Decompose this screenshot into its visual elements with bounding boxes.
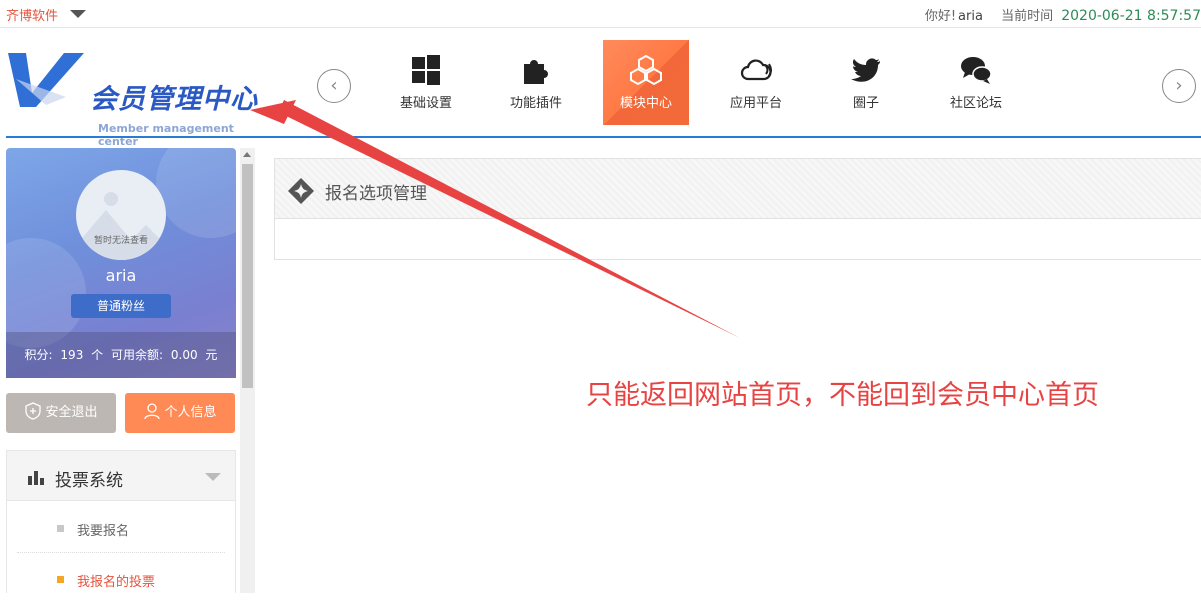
time-label: 当前时间 <box>1001 9 1054 24</box>
balance-label: 可用余额: <box>111 348 164 362</box>
bullet-icon <box>57 576 64 583</box>
logout-label: 安全退出 <box>45 405 98 420</box>
nav-next-button[interactable]: › <box>1162 69 1196 103</box>
header: 会员管理中心 Member management center ‹ 基础设置 功… <box>0 29 1201 148</box>
sparkle-icon <box>288 178 314 204</box>
sidebar-item-label: 我要报名 <box>77 524 130 539</box>
sidebar-item-label: 我报名的投票 <box>77 575 156 590</box>
panel-title: 报名选项管理 <box>325 184 427 204</box>
top-bar-user-info: 你好! aria 当前时间 2020-06-21 8:57:57 <box>925 5 1201 24</box>
profile-info-label: 个人信息 <box>164 405 217 420</box>
profile-info-button[interactable]: 个人信息 <box>125 393 235 433</box>
balance-value: 0.00 <box>170 348 198 362</box>
nav-item-label: 社区论坛 <box>949 96 1002 111</box>
logo-subtitle: Member management center <box>98 122 234 148</box>
balance-unit: 元 <box>205 348 218 362</box>
nav-item-label: 功能插件 <box>509 96 562 111</box>
logo-v-icon <box>8 53 86 107</box>
header-divider <box>6 136 1201 138</box>
nav-prev-button[interactable]: ‹ <box>317 69 351 103</box>
brand-link[interactable]: 齐博软件 <box>6 5 58 24</box>
scroll-thumb[interactable] <box>242 164 253 388</box>
nav-item-app-platform[interactable]: 应用平台 <box>713 40 799 125</box>
nav-item-module-center[interactable]: 模块中心 <box>603 40 689 125</box>
twitter-bird-icon <box>851 58 880 82</box>
logo-title: 会员管理中心 <box>90 84 258 115</box>
points-label: 积分: <box>24 348 53 362</box>
sidebar-scrollbar[interactable] <box>240 148 255 593</box>
menu-section-voting[interactable]: 投票系统 <box>7 451 235 501</box>
greeting-text: 你好! <box>924 9 957 24</box>
content-panel: 报名选项管理 <box>274 158 1201 260</box>
chevron-right-icon: › <box>1175 75 1183 96</box>
menu-section-title: 投票系统 <box>55 471 123 491</box>
windows-icon <box>412 55 440 85</box>
sidebar-item-my-signups[interactable]: 我报名的投票 <box>17 554 225 604</box>
profile-stats: 积分: 193 个 可用余额: 0.00 元 <box>6 332 236 378</box>
sidebar-menu: 投票系统 我要报名 我报名的投票 <box>6 450 236 593</box>
shield-icon <box>25 402 42 420</box>
nav-item-forum[interactable]: 社区论坛 <box>933 40 1019 125</box>
profile-card: 暂时无法查看 aria 普通粉丝 积分: 193 个 可用余额: 0.00 元 <box>6 148 236 378</box>
annotation-text: 只能返回网站首页，不能回到会员中心首页 <box>586 380 1099 411</box>
chevron-down-icon <box>205 473 221 481</box>
chat-bubbles-icon <box>961 57 992 84</box>
chevron-down-icon[interactable] <box>70 10 86 18</box>
logo[interactable]: 会员管理中心 Member management center <box>6 49 276 148</box>
nav-item-circle[interactable]: 圈子 <box>823 40 909 125</box>
decor-glow <box>156 148 236 238</box>
puzzle-icon <box>524 60 548 84</box>
sidebar-item-signup[interactable]: 我要报名 <box>17 503 225 553</box>
panel-header: 报名选项管理 <box>275 159 1201 219</box>
cubes-icon <box>630 54 662 86</box>
nav-item-label: 模块中心 <box>619 96 672 111</box>
nav-item-label: 基础设置 <box>399 96 452 111</box>
nav-item-plugins[interactable]: 功能插件 <box>493 40 579 125</box>
nav-item-label: 圈子 <box>852 96 879 111</box>
chevron-left-icon: ‹ <box>330 75 338 96</box>
scroll-up-icon[interactable] <box>243 152 251 157</box>
nav-item-label: 应用平台 <box>729 96 782 111</box>
image-placeholder-icon <box>76 210 166 260</box>
logout-button[interactable]: 安全退出 <box>6 393 116 433</box>
bar-chart-icon <box>28 471 44 485</box>
points-value: 193 <box>60 348 84 362</box>
avatar-placeholder-text: 暂时无法查看 <box>93 236 148 246</box>
avatar[interactable]: 暂时无法查看 <box>76 170 166 260</box>
points-unit: 个 <box>91 348 104 362</box>
bullet-icon <box>57 525 64 532</box>
profile-username: aria <box>105 266 137 285</box>
top-username[interactable]: aria <box>958 9 983 24</box>
cloud-icon <box>740 59 772 81</box>
top-bar: 齐博软件 你好! aria 当前时间 2020-06-21 8:57:57 <box>0 0 1201 28</box>
member-level-badge: 普通粉丝 <box>71 294 171 318</box>
sidebar: 暂时无法查看 aria 普通粉丝 积分: 193 个 可用余额: 0.00 元 … <box>6 148 236 593</box>
current-time: 2020-06-21 8:57:57 <box>1061 8 1201 24</box>
user-icon <box>144 403 161 420</box>
nav-item-basic-settings[interactable]: 基础设置 <box>383 40 469 125</box>
